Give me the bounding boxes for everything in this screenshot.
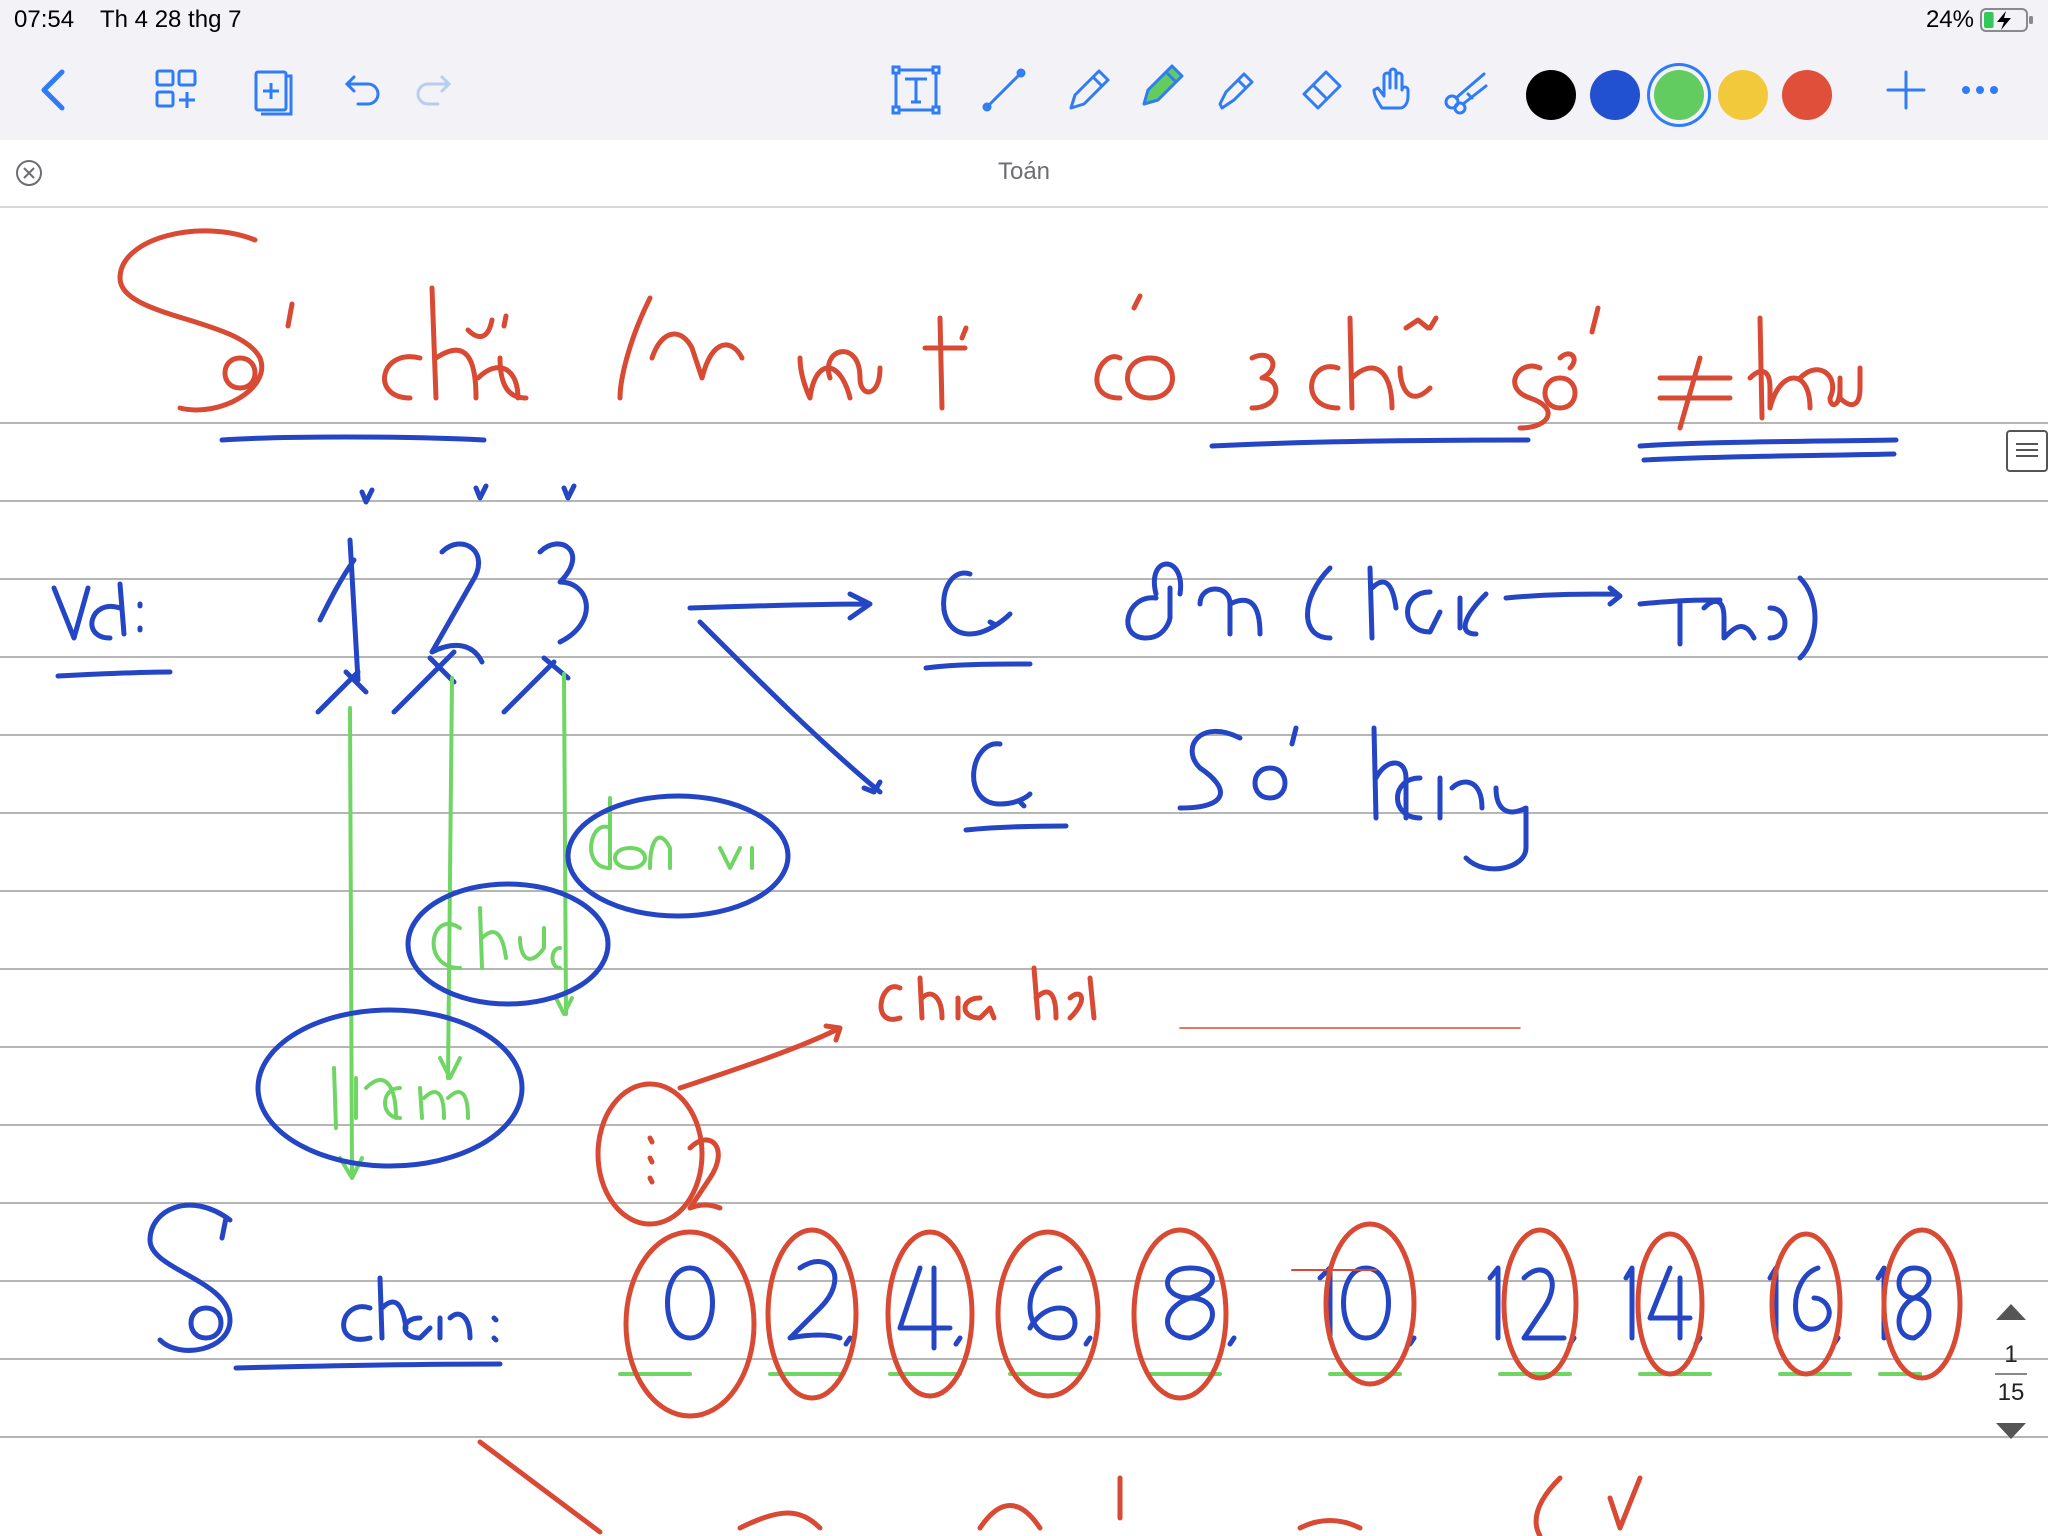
red-bottom-ink bbox=[477, 1439, 1643, 1536]
color-green[interactable] bbox=[1654, 70, 1704, 120]
undo-icon[interactable] bbox=[332, 60, 392, 120]
pencil-icon[interactable] bbox=[1058, 60, 1118, 120]
red-notes-ink bbox=[595, 965, 1521, 1227]
back-icon[interactable] bbox=[24, 60, 84, 120]
plus-icon[interactable] bbox=[1876, 60, 1936, 120]
handwriting-drawing bbox=[51, 228, 1963, 1536]
add-page-icon[interactable] bbox=[242, 60, 302, 120]
text-box-icon[interactable] bbox=[886, 60, 946, 120]
color-red[interactable] bbox=[1782, 70, 1832, 120]
method-notes-ink bbox=[923, 561, 1818, 872]
thumbnails-icon[interactable] bbox=[146, 60, 206, 120]
pen-icon[interactable] bbox=[1132, 54, 1192, 114]
redo-icon[interactable] bbox=[404, 60, 464, 120]
previous-page-icon[interactable] bbox=[1990, 1298, 2032, 1326]
battery-percent: 24% bbox=[1925, 6, 1974, 33]
page-navigator: 1 15 bbox=[1990, 1298, 2032, 1458]
status-date: Th 4 28 thg 7 bbox=[100, 6, 242, 33]
example-ink bbox=[51, 483, 883, 795]
line-icon[interactable] bbox=[974, 60, 1034, 120]
scissors-icon[interactable] bbox=[1436, 60, 1496, 120]
note-canvas[interactable] bbox=[0, 208, 2048, 1536]
document-header: Toán bbox=[0, 140, 2048, 208]
status-time: 07:54 bbox=[14, 6, 75, 33]
more-icon[interactable] bbox=[1950, 60, 2010, 120]
total-pages: 15 bbox=[1997, 1379, 2025, 1406]
hand-icon[interactable] bbox=[1362, 60, 1422, 120]
blue-underlines bbox=[219, 434, 1899, 463]
pager-divider bbox=[1995, 1373, 2027, 1375]
status-bar: 07:54 Th 4 28 thg 7 24% bbox=[0, 0, 2048, 40]
battery-charging-icon bbox=[1980, 8, 2033, 32]
highlighter-icon[interactable] bbox=[1206, 60, 1266, 120]
color-blue[interactable] bbox=[1590, 70, 1640, 120]
next-page-icon[interactable] bbox=[1990, 1417, 2032, 1445]
color-yellow[interactable] bbox=[1718, 70, 1768, 120]
red-title-ink bbox=[117, 228, 1175, 413]
page-list-icon[interactable] bbox=[2006, 430, 2048, 472]
green-place-value-ink bbox=[332, 672, 754, 1180]
color-black[interactable] bbox=[1526, 70, 1576, 120]
eraser-icon[interactable] bbox=[1292, 60, 1352, 120]
red-circles bbox=[623, 1221, 1963, 1419]
blue-ovals bbox=[255, 793, 791, 1169]
even-numbers-ink bbox=[147, 1202, 1932, 1371]
toolbar bbox=[0, 40, 2048, 140]
red-title-ink-2 bbox=[1249, 305, 1863, 431]
current-page: 1 bbox=[2004, 1341, 2018, 1368]
document-title: Toán bbox=[997, 158, 1051, 185]
